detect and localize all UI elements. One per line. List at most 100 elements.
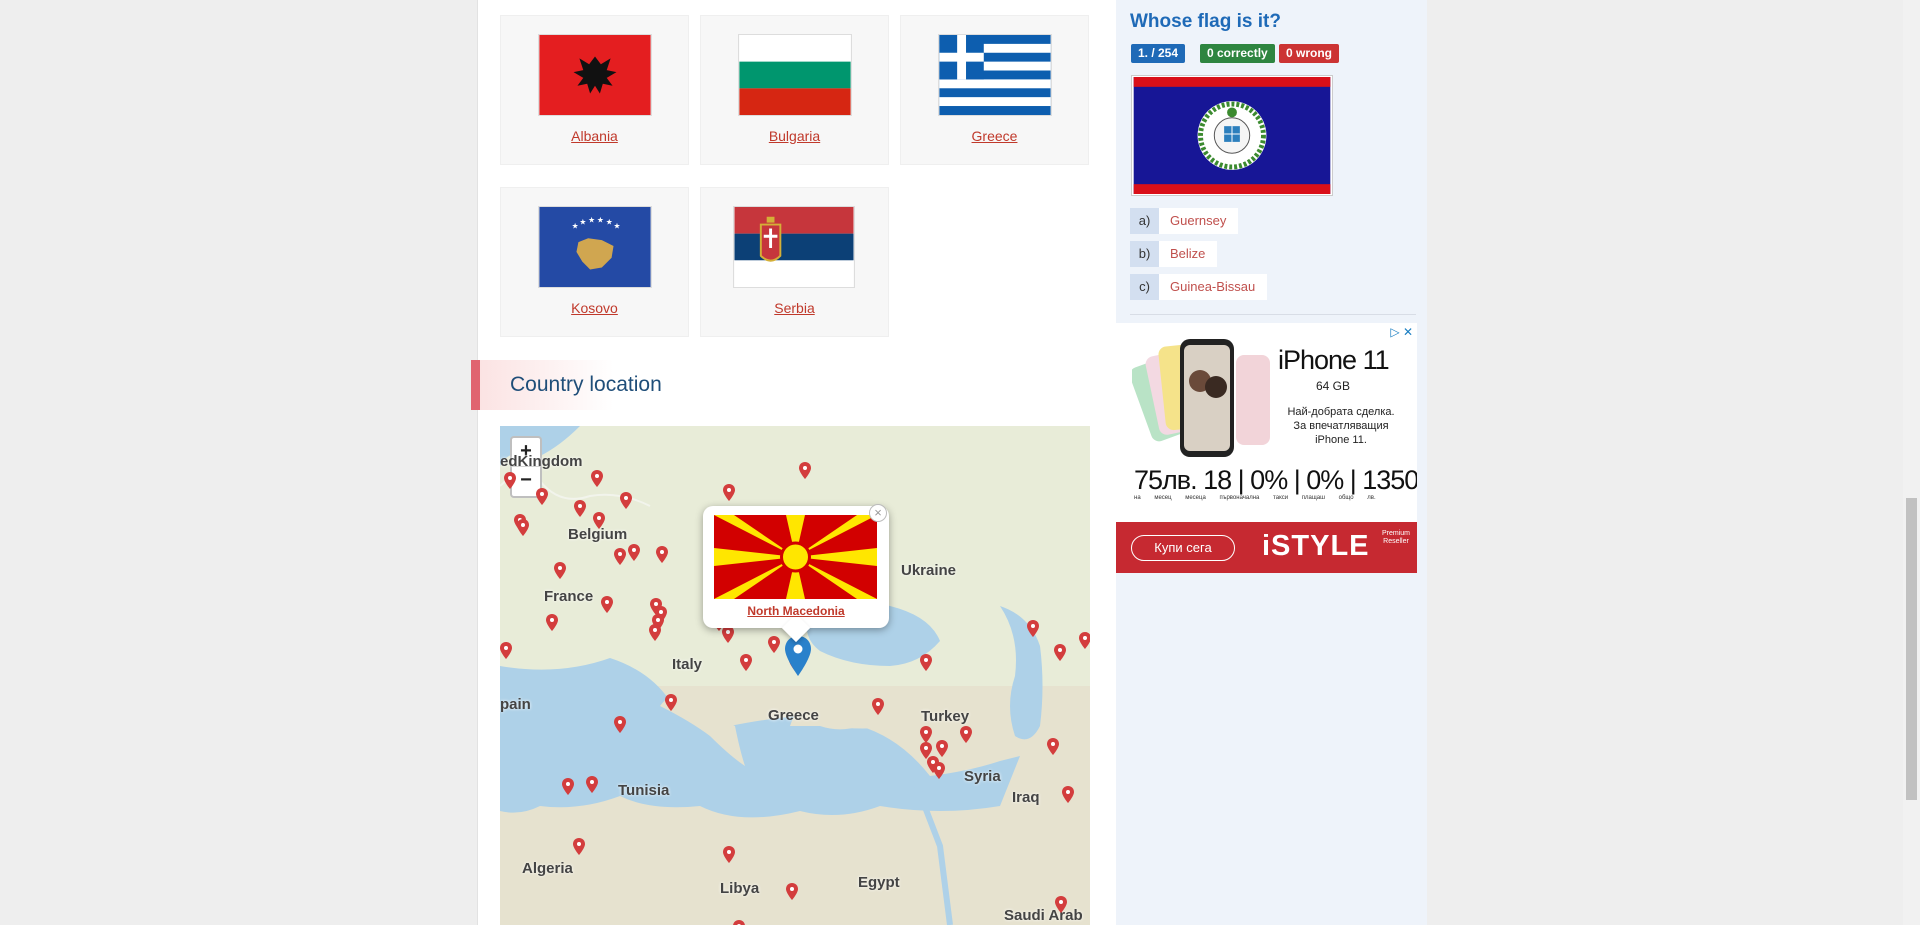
map-pin-icon[interactable] bbox=[536, 488, 548, 505]
map-pin-icon[interactable] bbox=[656, 546, 668, 563]
neighbor-link[interactable]: Serbia bbox=[701, 300, 888, 316]
progress-badge: 1. / 254 bbox=[1131, 44, 1186, 63]
map-label: Ukraine bbox=[901, 562, 957, 579]
map-pin-icon[interactable] bbox=[960, 726, 972, 743]
ad-info-close-icon[interactable]: ▷ ✕ bbox=[1390, 325, 1413, 339]
kosovo-flag: ★ ★ ★ ★ ★ ★ bbox=[538, 206, 652, 288]
map-label: Tunisia bbox=[618, 782, 670, 799]
popup-close-icon[interactable]: × bbox=[869, 504, 887, 522]
map-label: France bbox=[544, 588, 594, 605]
map-pin-icon[interactable] bbox=[614, 716, 626, 733]
map-pin-icon[interactable] bbox=[591, 470, 603, 487]
map-pin-icon[interactable] bbox=[933, 762, 945, 779]
map-label: Iraq bbox=[1012, 789, 1040, 806]
page: Albania Bulgaria Greece ★ ★ ★ ★ ★ ★ Kosovo Se… bbox=[471, 0, 1427, 925]
answer-text[interactable]: Guernsey bbox=[1159, 208, 1239, 234]
answer-option-a[interactable]: a) Guernsey bbox=[1130, 208, 1239, 234]
map-pin-icon[interactable] bbox=[500, 642, 512, 659]
answer-letter: c) bbox=[1130, 274, 1159, 300]
map-pin-icon[interactable] bbox=[614, 548, 626, 565]
map-pin-icon[interactable] bbox=[1062, 786, 1074, 803]
popup-country-link[interactable]: North Macedonia bbox=[703, 604, 889, 618]
map-pin-icon[interactable] bbox=[554, 562, 566, 579]
map-pin-icon[interactable] bbox=[799, 462, 811, 479]
map-pin-icon[interactable] bbox=[1054, 644, 1066, 661]
divider bbox=[1130, 314, 1416, 315]
map-pin-icon[interactable] bbox=[562, 778, 574, 795]
north-macedonia-flag bbox=[714, 515, 877, 599]
map-label: Syria bbox=[964, 768, 1001, 785]
map-pin-icon[interactable] bbox=[1055, 896, 1067, 913]
answer-text[interactable]: Belize bbox=[1159, 241, 1218, 267]
map-pin-icon[interactable] bbox=[517, 519, 529, 536]
advertisement[interactable]: ▷ ✕ iPhone 11 64 GB Най-добрата сделка. … bbox=[1116, 323, 1417, 573]
neighbor-card-albania[interactable]: Albania bbox=[500, 15, 689, 165]
neighbor-link[interactable]: Albania bbox=[501, 128, 688, 144]
bulgaria-flag bbox=[738, 34, 852, 116]
map-pin-icon[interactable] bbox=[574, 500, 586, 517]
map-label: Turkey bbox=[921, 708, 970, 725]
map-label: pain bbox=[500, 696, 531, 713]
map-label: Saudi Arab bbox=[1004, 907, 1083, 924]
neighbor-card-kosovo[interactable]: ★ ★ ★ ★ ★ ★ Kosovo bbox=[500, 187, 689, 337]
neighbor-link[interactable]: Kosovo bbox=[501, 300, 688, 316]
map-label: Egypt bbox=[858, 874, 900, 891]
answer-letter: b) bbox=[1130, 241, 1159, 267]
correct-badge: 0 correctly bbox=[1200, 44, 1275, 63]
answer-option-b[interactable]: b) Belize bbox=[1130, 241, 1218, 267]
ad-title: iPhone 11 bbox=[1278, 345, 1390, 375]
selected-country-marker-icon[interactable] bbox=[785, 636, 811, 676]
map-pin-icon[interactable] bbox=[620, 492, 632, 509]
neighbor-card-bulgaria[interactable]: Bulgaria bbox=[700, 15, 889, 165]
location-map[interactable]: + − edKingdom Belgium France Italy Ukrai… bbox=[500, 426, 1090, 925]
answer-letter: a) bbox=[1130, 208, 1159, 234]
map-label: Italy bbox=[672, 656, 703, 673]
ad-brand: iSTYLE bbox=[1262, 530, 1370, 562]
map-pin-icon[interactable] bbox=[920, 654, 932, 671]
ad-price-labels: на месец месеца първоначална такси плаща… bbox=[1134, 495, 1376, 501]
map-pin-icon[interactable] bbox=[740, 654, 752, 671]
map-label: Algeria bbox=[522, 860, 573, 877]
map-pin-icon[interactable] bbox=[586, 776, 598, 793]
neighbor-link[interactable]: Greece bbox=[901, 128, 1088, 144]
map-pin-icon[interactable] bbox=[872, 698, 884, 715]
apple-icon: Premium Reseller bbox=[1382, 530, 1411, 545]
map-popup: North Macedonia × bbox=[703, 504, 889, 643]
map-pin-icon[interactable] bbox=[504, 472, 516, 489]
map-pin-icon[interactable] bbox=[573, 838, 585, 855]
ad-storage: 64 GB bbox=[1316, 379, 1351, 393]
answer-text[interactable]: Guinea-Bissau bbox=[1159, 274, 1268, 300]
svg-text:★: ★ bbox=[572, 221, 579, 230]
svg-text:★: ★ bbox=[588, 216, 595, 225]
map-pin-icon[interactable] bbox=[1027, 620, 1039, 637]
map-pin-icon[interactable] bbox=[593, 512, 605, 529]
serbia-flag bbox=[733, 206, 855, 288]
map-pin-icon[interactable] bbox=[722, 626, 734, 643]
map-pin-icon[interactable] bbox=[628, 544, 640, 561]
map-pin-icon[interactable] bbox=[649, 624, 661, 641]
map-pin-icon[interactable] bbox=[723, 484, 735, 501]
answer-option-c[interactable]: c) Guinea-Bissau bbox=[1130, 274, 1268, 300]
map-pin-icon[interactable] bbox=[1047, 738, 1059, 755]
svg-text:★: ★ bbox=[614, 221, 621, 230]
map-pin-icon[interactable] bbox=[601, 596, 613, 613]
svg-text:★: ★ bbox=[597, 216, 604, 225]
map-pin-icon[interactable] bbox=[546, 614, 558, 631]
ad-text: Най-добрата сделка. За впечатляващия iPh… bbox=[1287, 406, 1395, 446]
map-label: Greece bbox=[768, 707, 819, 724]
scrollbar-thumb[interactable] bbox=[1906, 498, 1917, 800]
map-pin-icon[interactable] bbox=[1079, 632, 1090, 649]
neighbor-card-greece[interactable]: Greece bbox=[900, 15, 1089, 165]
map-pin-icon[interactable] bbox=[920, 726, 932, 743]
sidebar: Whose flag is it? 1. / 254 0 correctly 0… bbox=[1116, 0, 1427, 925]
map-pin-icon[interactable] bbox=[723, 846, 735, 863]
map-pin-icon[interactable] bbox=[768, 636, 780, 653]
neighbor-link[interactable]: Bulgaria bbox=[701, 128, 888, 144]
map-pin-icon[interactable] bbox=[665, 694, 677, 711]
neighbor-card-serbia[interactable]: Serbia bbox=[700, 187, 889, 337]
ad-buy-button[interactable]: Купи сега bbox=[1131, 535, 1235, 561]
scrollbar[interactable] bbox=[1903, 0, 1920, 925]
map-pin-icon[interactable] bbox=[936, 740, 948, 757]
map-pin-icon[interactable] bbox=[786, 883, 798, 900]
map-pin-icon[interactable] bbox=[733, 920, 745, 925]
